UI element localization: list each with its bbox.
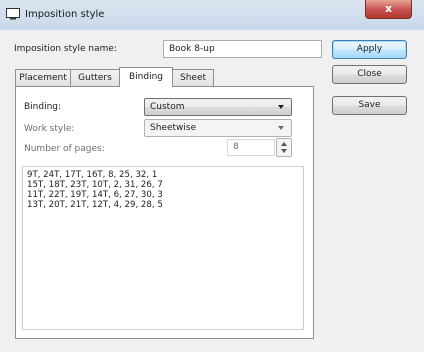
- spin-up-icon[interactable]: [281, 142, 287, 146]
- window-title: Imposition style: [25, 9, 105, 20]
- sequence-line: 13T, 20T, 21T, 12T, 4, 29, 28, 5: [27, 200, 163, 210]
- work-style-select-value: Sheetwise: [150, 123, 197, 133]
- imposition-style-dialog: Imposition style x Imposition style name…: [0, 0, 424, 352]
- tab-sheet[interactable]: Sheet: [172, 69, 214, 86]
- pages-label: Number of pages:: [24, 144, 105, 154]
- spin-down-icon[interactable]: [281, 149, 287, 153]
- sequence-line: 15T, 18T, 23T, 10T, 2, 31, 26, 7: [27, 180, 163, 190]
- work-style-label: Work style:: [24, 124, 75, 134]
- page-sequence-textarea[interactable]: 9T, 24T, 17T, 16T, 8, 25, 32, 1 15T, 18T…: [22, 166, 304, 330]
- pages-spinner[interactable]: [276, 138, 292, 157]
- binding-label: Binding:: [24, 102, 62, 112]
- binding-select[interactable]: Custom: [144, 98, 292, 116]
- tab-placement[interactable]: Placement: [15, 69, 71, 86]
- window-close-button[interactable]: x: [365, 0, 412, 19]
- sequence-line: 11T, 22T, 19T, 14T, 6, 27, 30, 3: [27, 190, 163, 200]
- work-style-select[interactable]: Sheetwise: [144, 119, 292, 137]
- style-name-input[interactable]: Book 8-up: [163, 40, 322, 58]
- chevron-down-icon: [278, 126, 284, 130]
- pages-input[interactable]: 8: [227, 139, 275, 156]
- binding-select-value: Custom: [150, 102, 185, 112]
- save-button[interactable]: Save: [332, 96, 407, 115]
- style-name-label: Imposition style name:: [14, 44, 117, 54]
- binding-tab-panel: Binding: Custom Work style: Sheetwise Nu…: [15, 86, 314, 339]
- title-bar[interactable]: Imposition style x: [0, 0, 424, 30]
- tab-binding[interactable]: Binding: [119, 67, 173, 87]
- apply-button[interactable]: Apply: [332, 40, 407, 59]
- dialog-body: Imposition style name: Book 8-up Apply C…: [8, 30, 416, 344]
- chevron-down-icon: [278, 105, 284, 109]
- tab-gutters[interactable]: Gutters: [70, 69, 120, 86]
- close-button[interactable]: Close: [332, 65, 407, 84]
- window-icon: [6, 8, 20, 20]
- sequence-line: 9T, 24T, 17T, 16T, 8, 25, 32, 1: [27, 170, 158, 180]
